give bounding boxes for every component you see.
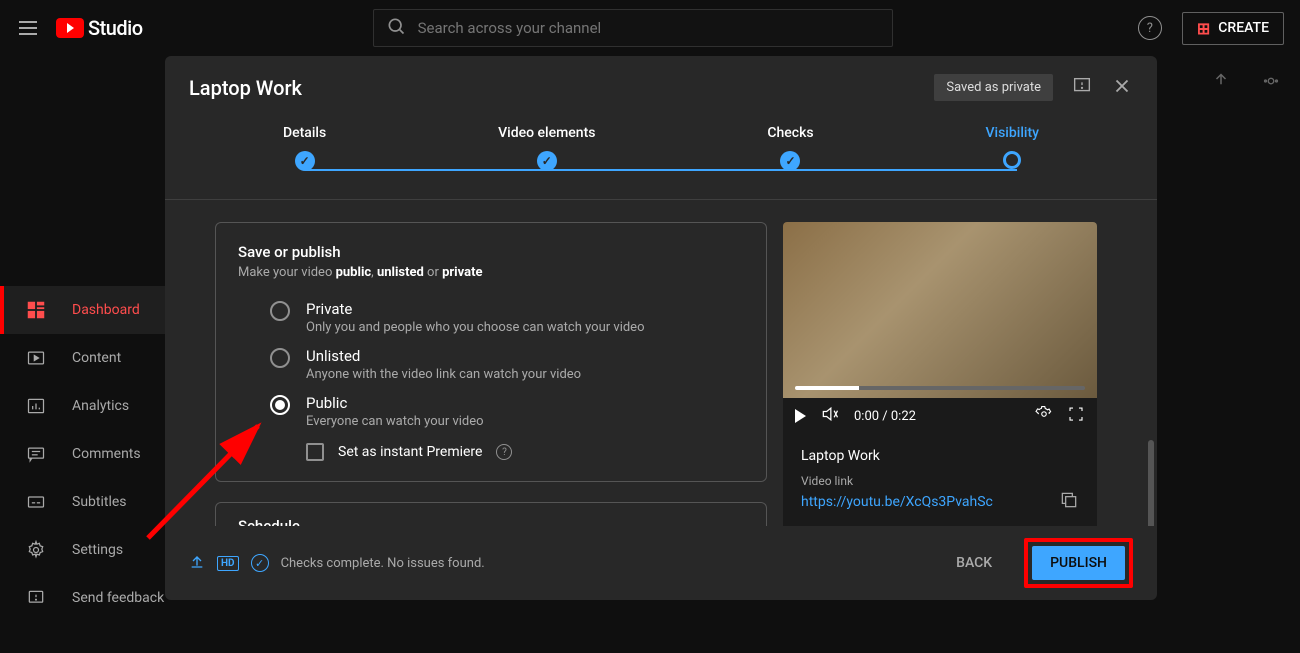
card-title: Save or publish [238, 243, 744, 261]
sidebar-item-label: Send feedback [72, 590, 164, 606]
step-check-icon [295, 151, 315, 171]
back-button[interactable]: BACK [940, 547, 1008, 579]
create-button[interactable]: ⊞ CREATE [1182, 12, 1284, 45]
radio-desc: Everyone can watch your video [306, 414, 484, 429]
youtube-play-icon [56, 18, 84, 38]
radio-desc: Anyone with the video link can watch you… [306, 367, 581, 382]
video-controls: 0:00 / 0:22 [783, 398, 1097, 434]
video-link[interactable]: https://youtu.be/XcQs3PvahSc [801, 494, 993, 510]
content-icon [24, 346, 48, 370]
publish-button[interactable]: PUBLISH [1032, 546, 1125, 580]
upload-modal: Laptop Work Saved as private Details Vid… [165, 56, 1157, 600]
hd-badge: HD [217, 556, 239, 571]
upload-icon [189, 553, 205, 573]
preview-title: Laptop Work [801, 448, 1079, 464]
dashboard-icon [24, 298, 48, 322]
create-label: CREATE [1218, 20, 1269, 36]
radio-unlisted[interactable]: Unlisted Anyone with the video link can … [238, 341, 744, 388]
background-icons [1212, 70, 1282, 92]
create-plus-icon: ⊞ [1197, 19, 1210, 38]
modal-footer: HD ✓ Checks complete. No issues found. B… [165, 526, 1157, 600]
step-visibility[interactable]: Visibility [986, 125, 1039, 171]
status-text: Checks complete. No issues found. [281, 556, 485, 571]
radio-public[interactable]: Public Everyone can watch your video [238, 388, 744, 435]
link-label: Video link [801, 474, 1079, 488]
step-check-icon [537, 151, 557, 171]
analytics-icon [24, 394, 48, 418]
comments-icon [24, 442, 48, 466]
search-box[interactable] [373, 9, 893, 47]
sidebar-item-label: Content [72, 350, 121, 366]
radio-private[interactable]: Private Only you and people who you choo… [238, 294, 744, 341]
radio-desc: Only you and people who you choose can w… [306, 320, 645, 335]
video-thumbnail[interactable] [783, 222, 1097, 398]
settings-icon[interactable] [1035, 405, 1053, 427]
time-display: 0:00 / 0:22 [854, 409, 916, 424]
publish-highlight: PUBLISH [1024, 538, 1133, 588]
scrollbar[interactable] [1148, 440, 1154, 526]
checkbox-icon[interactable] [306, 443, 324, 461]
saved-as-badge: Saved as private [934, 74, 1053, 101]
radio-icon[interactable] [270, 395, 290, 415]
sidebar-item-label: Analytics [72, 398, 129, 414]
app-header: Studio ? ⊞ CREATE [0, 0, 1300, 56]
radio-label: Private [306, 300, 645, 318]
schedule-title: Schedule [238, 517, 744, 526]
step-checks[interactable]: Checks [767, 125, 813, 171]
save-or-publish-card: Save or publish Make your video public, … [215, 222, 767, 482]
search-input[interactable] [418, 19, 880, 37]
schedule-card[interactable]: Schedule [215, 502, 767, 526]
help-icon[interactable]: ? [496, 444, 512, 460]
gear-icon [24, 538, 48, 562]
checkbox-label: Set as instant Premiere [338, 444, 482, 460]
video-preview: 0:00 / 0:22 Laptop Work Video link https… [783, 222, 1097, 526]
modal-title: Laptop Work [189, 76, 302, 100]
logo[interactable]: Studio [56, 16, 143, 40]
step-check-icon [780, 151, 800, 171]
radio-label: Unlisted [306, 347, 581, 365]
step-details[interactable]: Details [283, 125, 326, 171]
search-icon [386, 16, 406, 40]
step-ring-icon [1003, 151, 1021, 169]
sidebar-item-label: Settings [72, 542, 123, 558]
feedback-icon [24, 586, 48, 610]
fullscreen-icon[interactable] [1067, 405, 1085, 427]
premiere-checkbox-row[interactable]: Set as instant Premiere ? [238, 435, 744, 461]
stepper: Details Video elements Checks Visibility [165, 115, 1157, 200]
modal-header: Laptop Work Saved as private [165, 56, 1157, 115]
sidebar-item-label: Comments [72, 446, 141, 462]
check-circle-icon: ✓ [251, 554, 269, 572]
radio-icon[interactable] [270, 301, 290, 321]
sidebar-item-label: Subtitles [72, 494, 127, 510]
subtitles-icon [24, 490, 48, 514]
menu-icon[interactable] [16, 16, 40, 40]
copy-icon[interactable] [1059, 490, 1079, 514]
radio-icon[interactable] [270, 348, 290, 368]
step-video-elements[interactable]: Video elements [498, 125, 595, 171]
help-icon[interactable]: ? [1138, 16, 1162, 40]
close-icon[interactable] [1111, 75, 1133, 101]
volume-icon[interactable] [820, 404, 840, 428]
feedback-modal-icon[interactable] [1071, 75, 1093, 101]
logo-text: Studio [88, 16, 143, 40]
card-subtitle: Make your video public, unlisted or priv… [238, 265, 744, 280]
play-icon[interactable] [795, 409, 806, 423]
sidebar-item-label: Dashboard [72, 302, 140, 318]
radio-label: Public [306, 394, 484, 412]
